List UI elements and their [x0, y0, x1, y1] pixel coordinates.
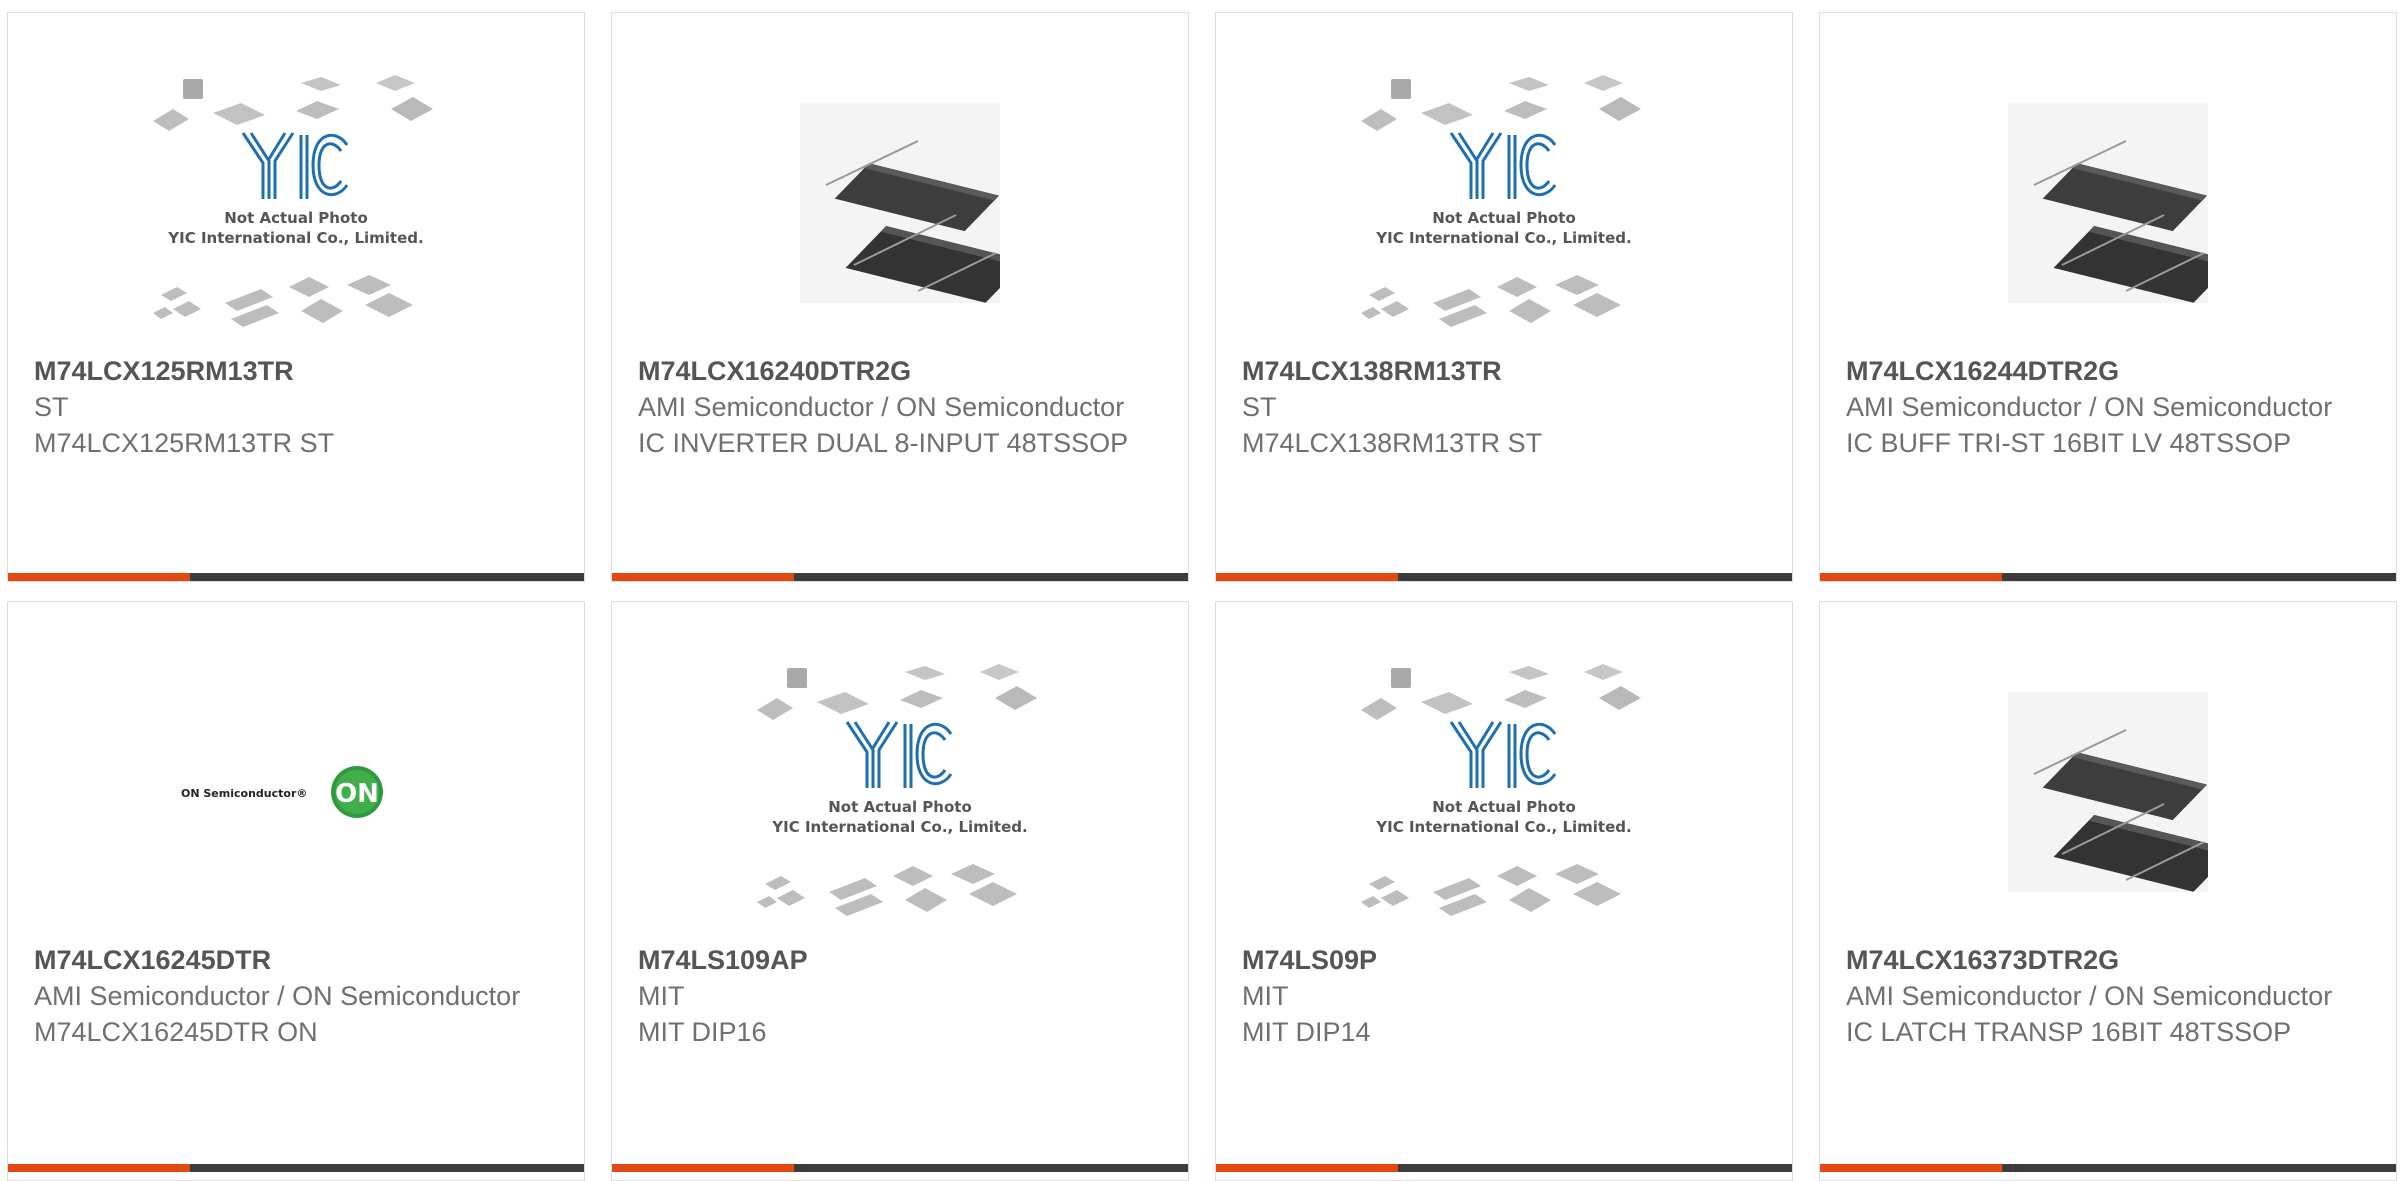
tssop-chip-icon — [800, 103, 1000, 303]
product-card[interactable]: M74LCX16244DTR2G AMI Semiconductor / ON … — [1819, 12, 2397, 582]
product-image[interactable]: Not Actual Photo YIC International Co., … — [8, 43, 584, 363]
manufacturer: AMI Semiconductor / ON Semiconductor — [34, 981, 521, 1011]
product-image[interactable] — [1820, 43, 2396, 363]
card-footer-bar — [1820, 573, 2396, 581]
part-number[interactable]: M74LCX125RM13TR — [34, 353, 564, 389]
card-footer-bar — [8, 1164, 584, 1172]
card-footer-accent — [8, 1164, 190, 1172]
placeholder-image-icon: Not Actual Photo YIC International Co., … — [151, 73, 435, 329]
placeholder-image-icon: Not Actual Photo YIC International Co., … — [1359, 73, 1643, 329]
manufacturer: MIT — [638, 981, 685, 1011]
part-number[interactable]: M74LCX16244DTR2G — [1846, 353, 2376, 389]
product-image[interactable]: Not Actual Photo YIC International Co., … — [612, 632, 1188, 952]
on-logo-text: ON Semiconductor® — [181, 787, 307, 800]
product-description: M74LCX16245DTR ON — [34, 1017, 318, 1047]
placeholder-caption-line2: YIC International Co., Limited. — [1375, 229, 1631, 247]
card-footer-bar — [612, 1164, 1188, 1172]
product-card[interactable]: Not Actual Photo YIC International Co., … — [1215, 12, 1793, 582]
card-footer-accent — [1820, 573, 2002, 581]
product-image[interactable]: ON Semiconductor® ON — [8, 632, 584, 952]
product-description: IC BUFF TRI-ST 16BIT LV 48TSSOP — [1846, 428, 2292, 458]
product-image[interactable]: Not Actual Photo YIC International Co., … — [1216, 43, 1792, 363]
product-card[interactable]: Not Actual Photo YIC International Co., … — [611, 601, 1189, 1181]
product-description: IC INVERTER DUAL 8-INPUT 48TSSOP — [638, 428, 1129, 458]
card-footer-accent — [612, 1164, 794, 1172]
placeholder-caption-line1: Not Actual Photo — [224, 209, 368, 227]
product-card[interactable]: Not Actual Photo YIC International Co., … — [7, 12, 585, 582]
product-image[interactable]: Not Actual Photo YIC International Co., … — [1216, 632, 1792, 952]
card-footer-accent — [1216, 1164, 1398, 1172]
card-footer-bar — [1216, 1164, 1792, 1172]
part-number[interactable]: M74LCX138RM13TR — [1242, 353, 1772, 389]
product-description: M74LCX125RM13TR ST — [34, 428, 335, 458]
placeholder-caption-line2: YIC International Co., Limited. — [167, 229, 423, 247]
manufacturer: MIT — [1242, 981, 1289, 1011]
part-number[interactable]: M74LS09P — [1242, 942, 1772, 978]
product-image[interactable] — [1820, 632, 2396, 952]
product-image[interactable] — [612, 43, 1188, 363]
product-description: MIT DIP14 — [1242, 1017, 1371, 1047]
placeholder-caption-line1: Not Actual Photo — [828, 798, 972, 816]
card-footer-accent — [1216, 573, 1398, 581]
manufacturer: AMI Semiconductor / ON Semiconductor — [638, 392, 1125, 422]
on-logo-mark: ON — [335, 779, 379, 809]
product-description: M74LCX138RM13TR ST — [1242, 428, 1543, 458]
product-description: MIT DIP16 — [638, 1017, 767, 1047]
placeholder-caption-line2: YIC International Co., Limited. — [1375, 818, 1631, 836]
placeholder-caption-line2: YIC International Co., Limited. — [771, 818, 1027, 836]
manufacturer: ST — [34, 392, 69, 422]
card-footer-bar — [8, 573, 584, 581]
card-footer-accent — [1820, 1164, 2002, 1172]
product-card[interactable]: M74LCX16240DTR2G AMI Semiconductor / ON … — [611, 12, 1189, 582]
part-number[interactable]: M74LS109AP — [638, 942, 1168, 978]
placeholder-caption-line1: Not Actual Photo — [1432, 798, 1576, 816]
placeholder-image-icon: Not Actual Photo YIC International Co., … — [755, 662, 1039, 918]
on-semiconductor-logo-icon: ON Semiconductor® ON — [181, 766, 383, 818]
part-number[interactable]: M74LCX16245DTR — [34, 942, 564, 978]
product-description: IC LATCH TRANSP 16BIT 48TSSOP — [1846, 1017, 2292, 1047]
card-footer-bar — [1216, 573, 1792, 581]
part-number[interactable]: M74LCX16240DTR2G — [638, 353, 1168, 389]
product-card[interactable]: ON Semiconductor® ON M74LCX16245DTR AMI … — [7, 601, 585, 1181]
tssop-chip-icon — [2008, 692, 2208, 892]
placeholder-caption-line1: Not Actual Photo — [1432, 209, 1576, 227]
product-card[interactable]: Not Actual Photo YIC International Co., … — [1215, 601, 1793, 1181]
card-footer-accent — [612, 573, 794, 581]
manufacturer: ST — [1242, 392, 1277, 422]
card-footer-bar — [612, 573, 1188, 581]
placeholder-image-icon: Not Actual Photo YIC International Co., … — [1359, 662, 1643, 918]
product-card[interactable]: M74LCX16373DTR2G AMI Semiconductor / ON … — [1819, 601, 2397, 1181]
tssop-chip-icon — [2008, 103, 2208, 303]
manufacturer: AMI Semiconductor / ON Semiconductor — [1846, 392, 2333, 422]
part-number[interactable]: M74LCX16373DTR2G — [1846, 942, 2376, 978]
manufacturer: AMI Semiconductor / ON Semiconductor — [1846, 981, 2333, 1011]
card-footer-accent — [8, 573, 190, 581]
card-footer-bar — [1820, 1164, 2396, 1172]
